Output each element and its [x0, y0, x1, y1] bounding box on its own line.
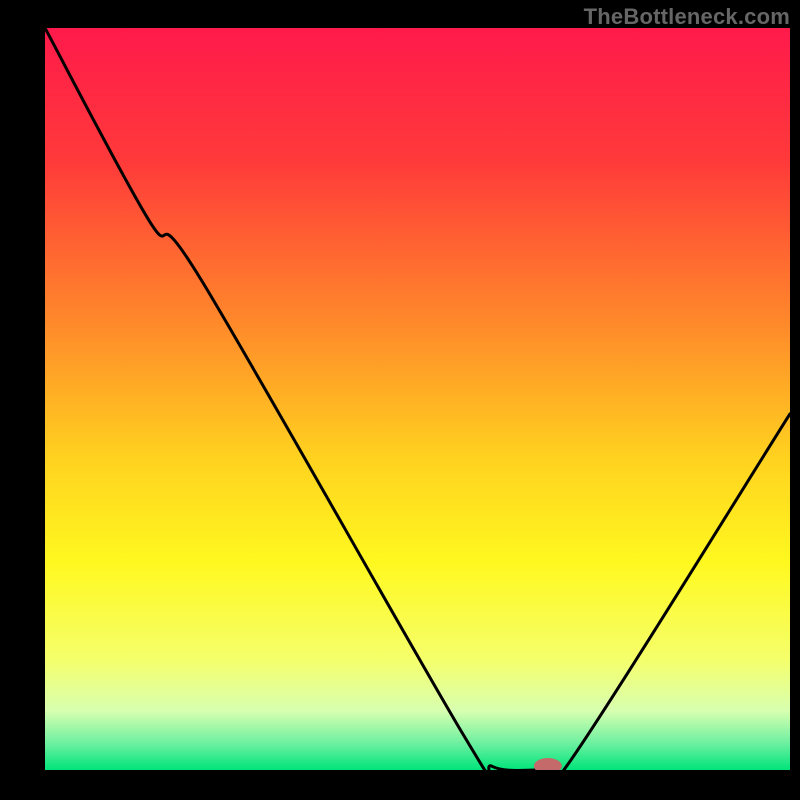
optimal-point-marker	[534, 758, 562, 774]
chart-frame: TheBottleneck.com	[0, 0, 800, 800]
watermark-text: TheBottleneck.com	[584, 4, 790, 30]
chart-canvas	[0, 0, 800, 800]
